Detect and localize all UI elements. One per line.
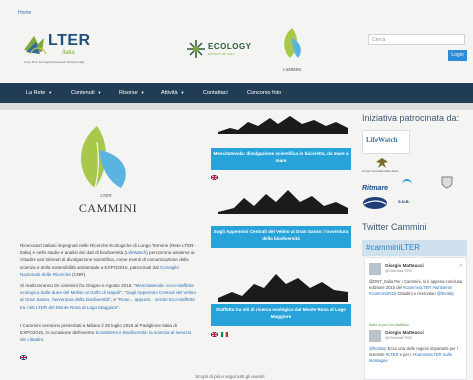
lter-sub-text: Italia bbox=[62, 50, 75, 56]
cammini-leaf-logo-icon bbox=[81, 126, 126, 189]
nav-concorso-foto[interactable]: Concorso foto bbox=[247, 83, 281, 103]
snb-logo[interactable]: S.N.B. bbox=[362, 196, 422, 214]
nav-contenuti[interactable]: Contenuti ▼ bbox=[71, 83, 102, 103]
search-input[interactable]: Cerca bbox=[368, 34, 465, 45]
avatar[interactable] bbox=[369, 330, 381, 342]
italy-flag-icon[interactable] bbox=[221, 332, 228, 337]
expo-paragraph: I Cammini verranno presentati a Milano i… bbox=[20, 323, 192, 343]
ecology-society-logo[interactable]: ECOLOGY SOCIETY OF ITALY bbox=[186, 38, 256, 60]
lter-tagline: Long Term Ecological Research Network It… bbox=[24, 60, 85, 64]
main-navbar: La Rete ▼ Contenuti ▼ Risorse ▼ Attività ▼ C… bbox=[0, 83, 473, 103]
tweet-text: @DNT_Italia Per i Cammini, si è appena c… bbox=[369, 279, 463, 296]
eagle-emblem-icon bbox=[376, 158, 388, 168]
cammini-small-text: CAMMINI bbox=[282, 67, 302, 72]
tweet[interactable]: Italia si può ha ritwittato Giorgio Matt… bbox=[369, 323, 463, 363]
cammini-small-logo[interactable]: CAMMINI bbox=[276, 26, 308, 74]
uk-flag-icon[interactable] bbox=[20, 355, 27, 360]
lifewatch-logo[interactable]: LifeWatch bbox=[362, 130, 410, 154]
footer-text: Scopri di più e segui tutti gli eventi! bbox=[195, 374, 265, 379]
silhouette-mountain-landscape bbox=[218, 190, 348, 214]
chevron-down-icon: ▼ bbox=[140, 90, 145, 95]
logo-lter-text: LTER bbox=[100, 193, 112, 198]
login-button[interactable]: Login bbox=[448, 50, 467, 61]
twitter-section-title: Twitter Cammini bbox=[362, 222, 427, 232]
hashtag-link[interactable]: #camminiLTER bbox=[366, 243, 420, 252]
home-link[interactable]: Home bbox=[18, 10, 31, 16]
cammini-paragraph: Si realizzeranno tre cammini fra Giugno … bbox=[20, 283, 196, 310]
uk-flag-icon[interactable] bbox=[211, 332, 218, 337]
forestale-logo[interactable]: Corpo Forestale dello Stato bbox=[362, 156, 458, 173]
tweet-handle[interactable]: @GioMatLTER bbox=[385, 268, 424, 273]
logo-cammini-title: CAMMINI bbox=[78, 201, 138, 215]
cammino3-button[interactable]: Staffetta tra siti di ricerca ecologica … bbox=[211, 304, 351, 326]
snowflake-icon bbox=[187, 40, 205, 58]
lifewatch-link[interactable]: LifeWatch bbox=[126, 250, 146, 255]
shield-crest-icon[interactable] bbox=[440, 175, 454, 189]
ecology-sub-text: SOCIETY OF ITALY bbox=[208, 52, 235, 56]
initiative-title: Iniziativa patrocinata da: bbox=[362, 113, 460, 123]
cammini-leaf-icon bbox=[284, 28, 301, 58]
sponsor-logos: LifeWatch Corpo Forestale dello Stato Ri… bbox=[362, 127, 462, 222]
uk-flag-icon[interactable] bbox=[211, 175, 218, 180]
silhouette-bike-landscape bbox=[218, 116, 348, 134]
ritmare-logo[interactable]: Ritmare bbox=[362, 177, 432, 192]
nav-attivita[interactable]: Attività ▼ bbox=[161, 83, 184, 103]
silhouette-hills-landscape bbox=[218, 274, 348, 302]
cammino1-button[interactable]: Mescitatevola: divulgazione scientifica … bbox=[211, 148, 351, 170]
nav-la-rete[interactable]: La Rete ▼ bbox=[26, 83, 52, 103]
intro-paragraph: Ricercatori Italiani impegnati nelle Ric… bbox=[20, 243, 195, 277]
twitter-feed[interactable]: Giorgio Matteucci @GioMatLTER ✦ @DNT_Ita… bbox=[364, 257, 467, 380]
tweet-handle[interactable]: @GioMatLTER bbox=[385, 335, 424, 340]
chevron-down-icon: ▼ bbox=[48, 90, 53, 95]
wave-icon bbox=[402, 179, 412, 186]
banner-strip bbox=[0, 103, 473, 110]
chevron-down-icon: ▼ bbox=[180, 90, 185, 95]
ecology-brand-text: ECOLOGY bbox=[208, 42, 252, 51]
retweet-label: Italia si può ha ritwittato bbox=[369, 323, 409, 327]
tweet-text: @lteritaly Ecco una delle regioni import… bbox=[369, 346, 458, 363]
chevron-down-icon: ▼ bbox=[97, 90, 102, 95]
lter-italia-logo[interactable]: LTER Italia Long Term Ecological Researc… bbox=[20, 28, 130, 70]
globe-swoosh-icon bbox=[363, 197, 387, 209]
lter-brand-text: LTER bbox=[48, 32, 91, 49]
twitter-bird-icon: ✦ bbox=[458, 263, 463, 269]
nav-contattaci[interactable]: Contattaci bbox=[203, 83, 228, 103]
cammino2-button[interactable]: Sugli Appennini Centrali del Velino al G… bbox=[211, 226, 351, 248]
nav-risorse[interactable]: Risorse ▼ bbox=[119, 83, 145, 103]
avatar[interactable] bbox=[369, 263, 381, 275]
